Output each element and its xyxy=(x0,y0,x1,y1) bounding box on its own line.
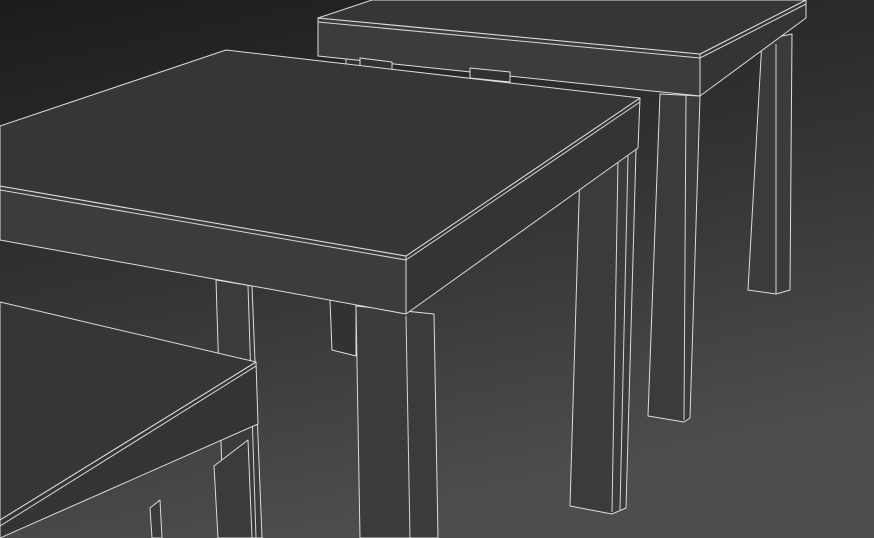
table-center-leg-back-right xyxy=(569,149,637,515)
table-center-leg-front xyxy=(355,305,439,538)
viewport-canvas xyxy=(0,0,874,538)
3d-viewport[interactable] xyxy=(0,0,874,538)
table-center-leg-back-middle xyxy=(329,299,357,357)
